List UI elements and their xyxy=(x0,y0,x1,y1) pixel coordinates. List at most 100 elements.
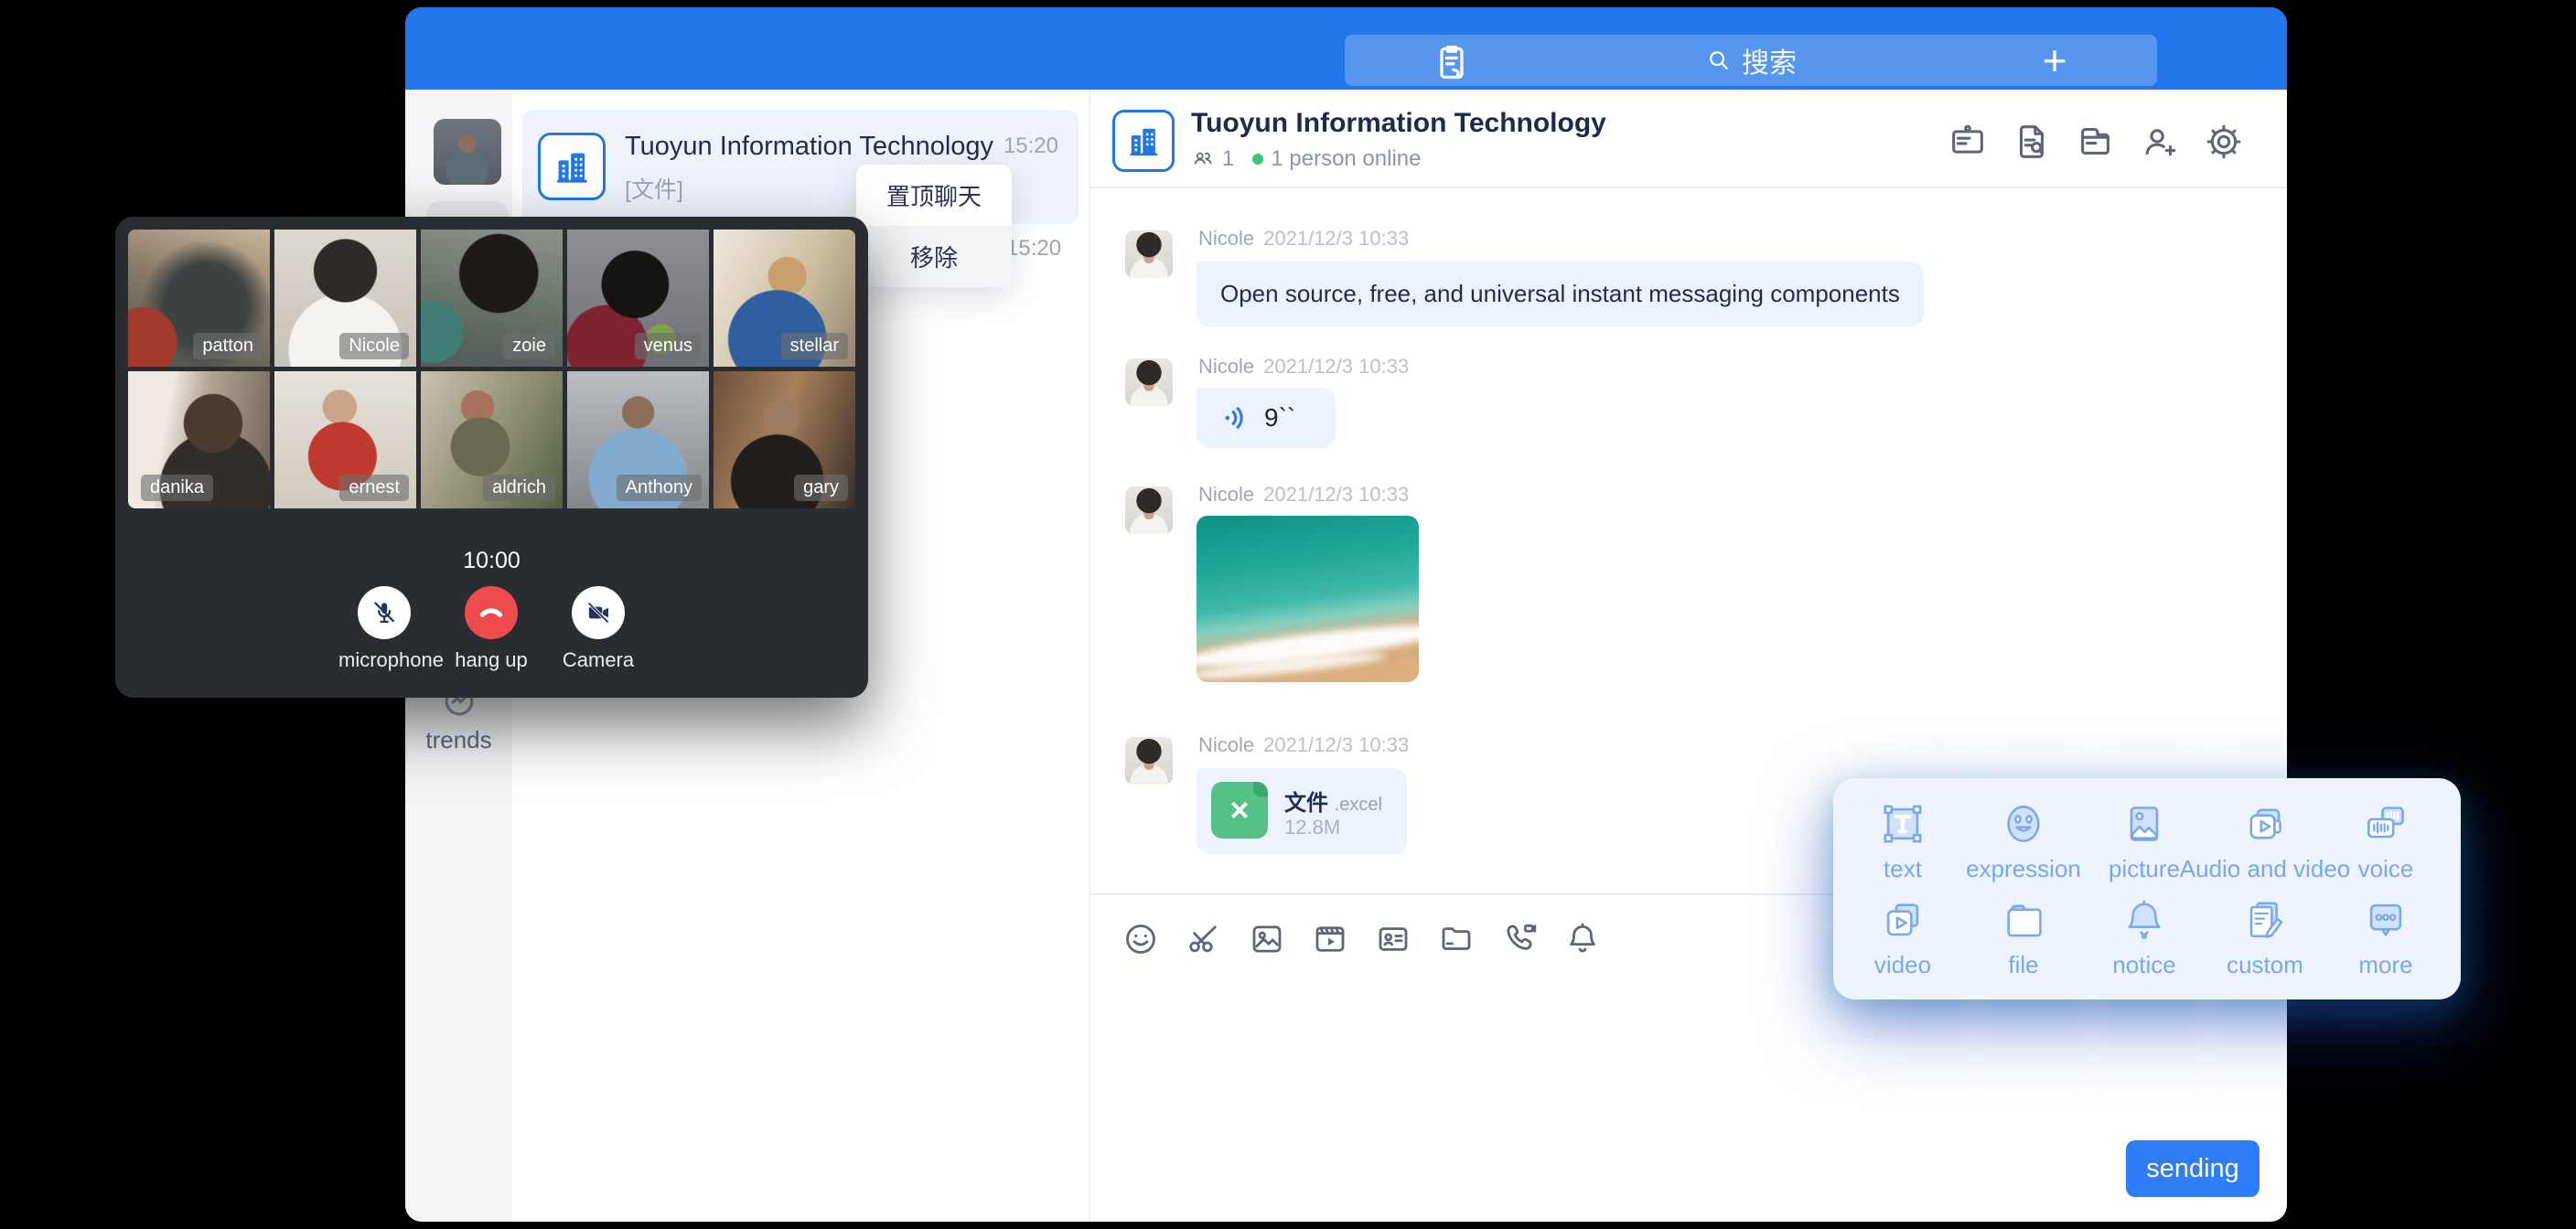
call-timer: 10:00 xyxy=(115,548,868,574)
file-size: 12.8M xyxy=(1284,816,1340,839)
participant-name: venus xyxy=(635,333,702,359)
participant-tile[interactable]: Anthony xyxy=(567,371,709,508)
conversation-time-2: 15:20 xyxy=(1006,236,1061,262)
panel-item-text[interactable]: text xyxy=(1842,793,1963,888)
voice-wave-icon xyxy=(1220,402,1251,433)
sender-name: Nicole xyxy=(1198,227,1254,250)
mute-microphone-button[interactable] xyxy=(358,586,411,639)
contact-card-icon[interactable] xyxy=(1374,920,1412,958)
participant-tile[interactable]: zoie xyxy=(421,230,563,367)
picture-icon xyxy=(2119,798,2170,850)
participant-tile[interactable]: stellar xyxy=(714,230,855,367)
panel-item-notice[interactable]: notice xyxy=(2084,889,2205,984)
voice-message-bubble[interactable]: 9`` xyxy=(1197,388,1336,448)
message-meta: Nicole2021/12/3 10:33 xyxy=(1198,483,1409,507)
menu-item-remove[interactable]: 移除 xyxy=(856,226,1012,287)
chat-group-avatar xyxy=(1112,110,1175,172)
composer-toolbar xyxy=(1122,920,1602,958)
participant-tile[interactable]: patton xyxy=(128,230,270,367)
image-message-beach[interactable] xyxy=(1197,516,1419,682)
participant-name: Nicole xyxy=(339,333,409,359)
message-time: 2021/12/3 10:33 xyxy=(1263,733,1409,756)
folder-icon[interactable] xyxy=(1437,920,1476,958)
notice-icon xyxy=(2119,894,2170,946)
panel-label: notice xyxy=(2112,951,2175,979)
message-time: 2021/12/3 10:33 xyxy=(1263,227,1409,250)
panel-item-audio-video[interactable]: Audio and video xyxy=(2205,793,2325,888)
excel-file-icon: × xyxy=(1211,782,1268,839)
image-icon[interactable] xyxy=(1248,920,1286,958)
camera-muted-icon xyxy=(584,598,613,627)
audio-video-icon xyxy=(2239,798,2291,850)
panel-item-more[interactable]: more xyxy=(2325,889,2446,984)
panel-item-voice[interactable]: voice xyxy=(2325,793,2446,888)
search-icon xyxy=(1705,47,1733,74)
notification-bell-icon[interactable] xyxy=(1563,920,1602,958)
participant-name: gary xyxy=(794,475,848,501)
text-message-bubble[interactable]: Open source, free, and universal instant… xyxy=(1197,262,1924,326)
participant-tile[interactable]: gary xyxy=(714,371,855,508)
hangup-control: hang up xyxy=(445,586,537,672)
chat-history-search-icon[interactable] xyxy=(2011,121,2053,163)
panel-label: file xyxy=(2008,951,2038,979)
hang-up-label: hang up xyxy=(445,648,537,672)
conversation-time: 15:20 xyxy=(1004,134,1058,159)
participant-tile[interactable]: danika xyxy=(128,371,270,508)
sender-avatar[interactable] xyxy=(1125,230,1173,278)
camera-label: Camera xyxy=(553,648,644,672)
video-call-overlay: patton Nicole zoie venus stellar danika … xyxy=(115,217,868,698)
sender-avatar[interactable] xyxy=(1125,486,1173,534)
panel-item-custom[interactable]: custom xyxy=(2205,889,2325,984)
video-clip-icon[interactable] xyxy=(1311,920,1349,958)
file-icon xyxy=(1998,894,2049,946)
custom-icon xyxy=(2239,894,2291,946)
file-message-bubble[interactable]: × 文件 .excel 12.8M xyxy=(1197,768,1407,854)
camera-control: Camera xyxy=(553,586,644,672)
panel-label: more xyxy=(2358,951,2412,979)
sender-name: Nicole xyxy=(1198,733,1254,756)
chat-title: Tuoyun Information Technology xyxy=(1191,108,1606,139)
search-bar[interactable]: 搜索 + xyxy=(1345,35,2157,86)
sender-avatar[interactable] xyxy=(1125,358,1173,406)
settings-gear-icon[interactable] xyxy=(2203,121,2245,163)
participant-tile[interactable]: aldrich xyxy=(421,371,563,508)
excel-x-glyph: × xyxy=(1229,794,1249,827)
conversation-last-message: [文件] xyxy=(625,172,683,205)
files-icon[interactable] xyxy=(2075,121,2117,163)
my-avatar[interactable] xyxy=(434,119,501,185)
panel-item-video[interactable]: video xyxy=(1842,889,1963,984)
chat-subtitle: 1 1 person online xyxy=(1191,146,1421,172)
message-time: 2021/12/3 10:33 xyxy=(1263,355,1409,378)
panel-label: picture xyxy=(2109,855,2180,883)
hang-up-button[interactable] xyxy=(465,586,518,639)
online-status: 1 person online xyxy=(1271,146,1421,172)
search-placeholder: 搜索 xyxy=(1742,40,1797,80)
emoji-icon[interactable] xyxy=(1122,920,1160,958)
sender-name: Nicole xyxy=(1198,355,1254,378)
panel-item-expression[interactable]: expression xyxy=(1963,793,2084,888)
chat-header-actions xyxy=(1947,121,2245,163)
list-divider xyxy=(1089,90,1090,1222)
camera-off-button[interactable] xyxy=(572,586,625,639)
add-member-icon[interactable] xyxy=(2139,121,2181,163)
member-count: 1 xyxy=(1222,146,1234,172)
message-meta: Nicole 2021/12/3 10:33 xyxy=(1198,733,1409,757)
send-button[interactable]: sending xyxy=(2126,1140,2259,1197)
announcement-icon[interactable] xyxy=(1947,121,1989,163)
panel-item-file[interactable]: file xyxy=(1963,889,2084,984)
participant-name: stellar xyxy=(781,333,848,359)
screenshot-scissors-icon[interactable] xyxy=(1185,920,1223,958)
add-button[interactable]: + xyxy=(2034,40,2075,80)
participant-name: danika xyxy=(141,475,213,501)
panel-label: expression xyxy=(1966,855,2081,883)
menu-item-pin-chat[interactable]: 置顶聊天 xyxy=(856,165,1012,226)
participant-tile[interactable]: Nicole xyxy=(274,230,416,367)
participant-name: patton xyxy=(193,333,263,359)
video-call-icon[interactable] xyxy=(1500,920,1539,958)
panel-label: voice xyxy=(2358,855,2414,883)
participant-tile[interactable]: venus xyxy=(567,230,709,367)
participant-tile[interactable]: ernest xyxy=(274,371,416,508)
online-dot xyxy=(1252,154,1263,165)
panel-label: text xyxy=(1884,855,1922,883)
sender-avatar[interactable] xyxy=(1125,737,1173,785)
